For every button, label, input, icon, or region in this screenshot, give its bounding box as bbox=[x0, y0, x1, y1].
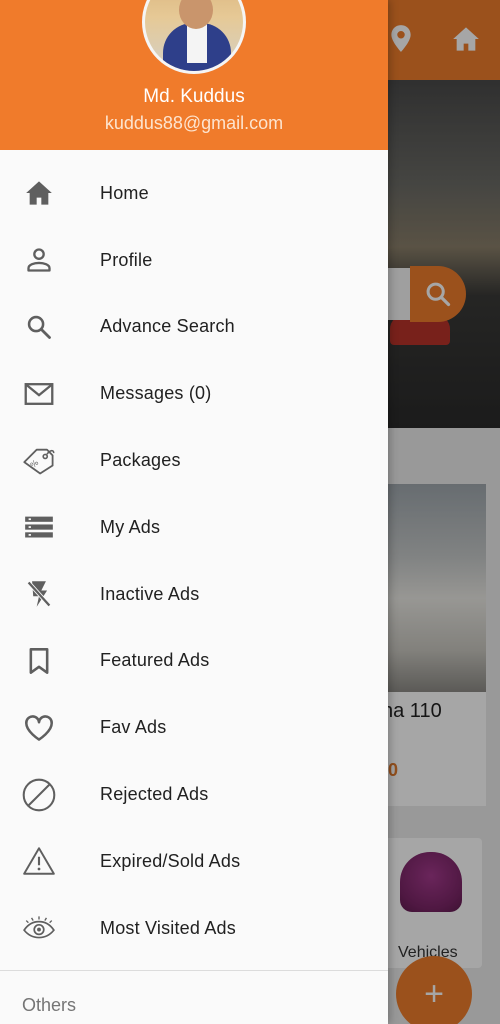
menu-item-profile[interactable]: Profile bbox=[0, 227, 388, 294]
menu-item-inactive-ads[interactable]: Inactive Ads bbox=[0, 561, 388, 628]
drawer-divider bbox=[0, 970, 388, 971]
menu-item-expired-sold-ads[interactable]: Expired/Sold Ads bbox=[0, 828, 388, 895]
heart-icon bbox=[22, 711, 56, 745]
home-icon bbox=[22, 176, 56, 210]
menu-item-advance-search[interactable]: Advance Search bbox=[0, 294, 388, 361]
user-email: kuddus88@gmail.com bbox=[104, 113, 284, 133]
person-icon bbox=[22, 243, 56, 277]
menu-label-most-visited-ads: Most Visited Ads bbox=[100, 917, 236, 938]
menu-item-packages[interactable]: % Packages bbox=[0, 427, 388, 494]
mail-icon bbox=[22, 377, 56, 411]
menu-label-expired-sold-ads: Expired/Sold Ads bbox=[100, 850, 241, 871]
flash-off-icon bbox=[22, 577, 56, 611]
menu-label-featured-ads: Featured Ads bbox=[100, 650, 210, 671]
eye-icon bbox=[22, 911, 56, 945]
block-icon bbox=[22, 778, 56, 812]
menu-label-packages: Packages bbox=[100, 450, 181, 471]
drawer-header: Md. Kuddus kuddus88@gmail.com bbox=[0, 0, 388, 150]
bookmark-icon bbox=[22, 644, 56, 678]
search-icon bbox=[22, 310, 56, 344]
menu-label-fav-ads: Fav Ads bbox=[100, 717, 167, 738]
menu-label-messages: Messages (0) bbox=[100, 383, 212, 404]
price-tag-icon: % bbox=[22, 444, 56, 478]
navigation-drawer: Md. Kuddus kuddus88@gmail.com Home Profi… bbox=[0, 0, 388, 1024]
menu-label-profile: Profile bbox=[100, 249, 153, 270]
drawer-menu: Home Profile Advance Search Messages (0)… bbox=[0, 160, 388, 962]
list-icon bbox=[22, 510, 56, 544]
menu-item-home[interactable]: Home bbox=[0, 160, 388, 227]
menu-item-fav-ads[interactable]: Fav Ads bbox=[0, 694, 388, 761]
menu-label-my-ads: My Ads bbox=[100, 516, 161, 537]
user-name: Md. Kuddus bbox=[143, 86, 245, 107]
menu-item-my-ads[interactable]: My Ads bbox=[0, 494, 388, 561]
menu-item-rejected-ads[interactable]: Rejected Ads bbox=[0, 761, 388, 828]
menu-label-advance-search: Advance Search bbox=[100, 316, 235, 337]
menu-item-messages[interactable]: Messages (0) bbox=[0, 360, 388, 427]
avatar[interactable] bbox=[142, 0, 246, 74]
menu-label-home: Home bbox=[100, 182, 149, 203]
menu-item-most-visited-ads[interactable]: Most Visited Ads bbox=[0, 895, 388, 962]
section-label-others: Others bbox=[22, 995, 77, 1015]
menu-label-rejected-ads: Rejected Ads bbox=[100, 784, 209, 805]
menu-label-inactive-ads: Inactive Ads bbox=[100, 583, 200, 604]
menu-item-featured-ads[interactable]: Featured Ads bbox=[0, 628, 388, 695]
svg-text:%: % bbox=[29, 457, 41, 469]
warning-icon bbox=[22, 844, 56, 878]
